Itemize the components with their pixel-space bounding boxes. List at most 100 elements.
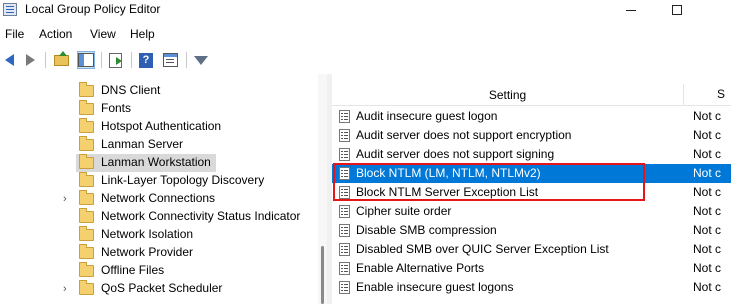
setting-name: Cipher suite order (356, 204, 452, 218)
scrollbar-thumb[interactable] (321, 246, 324, 304)
forward-button[interactable] (21, 51, 39, 69)
tree-item-label: Network Isolation (101, 227, 194, 241)
minimize-icon (626, 9, 636, 11)
list-item[interactable]: Disable SMB compression Not c (332, 221, 731, 240)
tree-item-label: QoS Packet Scheduler (101, 281, 223, 295)
annotation-highlight-box (333, 163, 645, 201)
maximize-icon (672, 5, 682, 15)
tree-item-label: Link-Layer Topology Discovery (101, 173, 265, 187)
policy-setting-icon (339, 148, 350, 161)
tree-item-label: Lanman Server (101, 137, 184, 151)
tree-item-network-isolation[interactable]: Network Isolation (0, 226, 318, 244)
tree-item-label: Offline Files (101, 263, 165, 277)
group-policy-app-icon (3, 3, 17, 16)
chevron-right-icon[interactable]: › (63, 283, 67, 295)
console-tree: DNS Client Fonts Hotspot Authentication … (0, 74, 318, 304)
setting-state: Not c (693, 280, 722, 294)
filter-button[interactable] (192, 51, 210, 69)
tree-item-label: Fonts (101, 101, 132, 115)
setting-name: Audit insecure guest logon (356, 109, 498, 123)
tree-item-network-connections[interactable]: › Network Connections (0, 190, 318, 208)
list-item[interactable]: Audit server does not support signing No… (332, 145, 731, 164)
menu-help[interactable]: Help (130, 27, 155, 41)
column-header-label: Setting (488, 88, 527, 102)
setting-state: Not c (693, 261, 722, 275)
close-button[interactable] (700, 0, 731, 20)
policy-setting-icon (339, 205, 350, 218)
tree-item-link-layer-topology-discovery[interactable]: Link-Layer Topology Discovery (0, 172, 318, 190)
show-hide-tree-icon (78, 53, 94, 67)
policy-setting-icon (339, 224, 350, 237)
setting-state: Not c (693, 242, 722, 256)
policy-setting-icon (339, 129, 350, 142)
list-item[interactable]: Disabled SMB over QUIC Server Exception … (332, 240, 731, 259)
folder-icon (79, 190, 94, 205)
tree-item-qos-packet-scheduler[interactable]: › QoS Packet Scheduler (0, 280, 318, 298)
setting-name: Audit server does not support encryption (356, 128, 572, 142)
setting-name: Enable insecure guest logons (356, 280, 514, 294)
toolbar-separator (131, 52, 132, 68)
setting-state: Not c (693, 185, 722, 199)
up-folder-icon (53, 50, 69, 66)
list-item[interactable]: Audit server does not support encryption… (332, 126, 731, 145)
up-one-level-button[interactable] (52, 50, 70, 69)
setting-name: Disabled SMB over QUIC Server Exception … (356, 242, 609, 256)
properties-icon (162, 53, 178, 67)
filter-icon (194, 55, 208, 65)
tree-item-label: DNS Client (101, 83, 161, 97)
tree-item-fonts[interactable]: Fonts (0, 100, 318, 118)
export-list-icon (108, 52, 122, 68)
chevron-right-icon[interactable]: › (63, 193, 67, 205)
list-item[interactable]: Audit insecure guest logon Not c (332, 107, 731, 126)
folder-icon (79, 100, 94, 115)
toolbar: ? (0, 49, 731, 71)
menu-file[interactable]: File (5, 27, 24, 41)
menu-action[interactable]: Action (39, 27, 72, 41)
folder-icon (79, 226, 94, 241)
setting-state: Not c (693, 147, 722, 161)
column-header: Setting S (332, 84, 731, 106)
setting-name: Audit server does not support signing (356, 147, 555, 161)
tree-item-network-provider[interactable]: Network Provider (0, 244, 318, 262)
tree-item-label: Hotspot Authentication (101, 119, 222, 133)
folder-icon (79, 172, 94, 187)
policy-setting-icon (339, 262, 350, 275)
back-button[interactable] (0, 51, 18, 69)
window-title: Local Group Policy Editor (25, 2, 161, 16)
list-item[interactable]: Enable insecure guest logons Not c (332, 278, 731, 297)
show-hide-tree-button[interactable] (77, 51, 95, 69)
toolbar-separator (45, 52, 46, 68)
folder-icon (79, 280, 94, 295)
tree-scrollbar[interactable] (318, 74, 327, 304)
tree-item-lanman-server[interactable]: Lanman Server (0, 136, 318, 154)
tree-item-dns-client[interactable]: DNS Client (0, 82, 318, 100)
help-button[interactable]: ? (137, 51, 155, 69)
list-item[interactable]: Cipher suite order Not c (332, 202, 731, 221)
list-item[interactable]: Enable Alternative Ports Not c (332, 259, 731, 278)
tree-item-network-connectivity-status-indicator[interactable]: Network Connectivity Status Indicator (0, 208, 318, 226)
setting-state: Not c (693, 166, 722, 180)
menu-view[interactable]: View (90, 27, 116, 41)
tree-item-hotspot-authentication[interactable]: Hotspot Authentication (0, 118, 318, 136)
column-header-state[interactable]: S (717, 87, 725, 101)
forward-arrow-icon (25, 54, 35, 66)
setting-state: Not c (693, 109, 722, 123)
maximize-button[interactable] (657, 0, 697, 20)
folder-icon (79, 154, 94, 169)
column-header-setting[interactable]: Setting (332, 84, 684, 106)
tree-item-lanman-workstation[interactable]: Lanman Workstation (0, 154, 318, 172)
tree-item-offline-files[interactable]: Offline Files (0, 262, 318, 280)
export-list-button[interactable] (106, 51, 124, 69)
folder-icon (79, 136, 94, 151)
tree-item-label: Lanman Workstation (101, 155, 211, 169)
folder-icon (79, 118, 94, 133)
folder-icon (79, 208, 94, 223)
setting-state: Not c (693, 128, 722, 142)
folder-icon (79, 262, 94, 277)
tree-item-label: Network Provider (101, 245, 194, 259)
minimize-button[interactable] (611, 0, 651, 20)
folder-icon (79, 244, 94, 259)
help-icon: ? (139, 52, 153, 68)
setting-state: Not c (693, 223, 722, 237)
properties-button[interactable] (161, 51, 179, 69)
